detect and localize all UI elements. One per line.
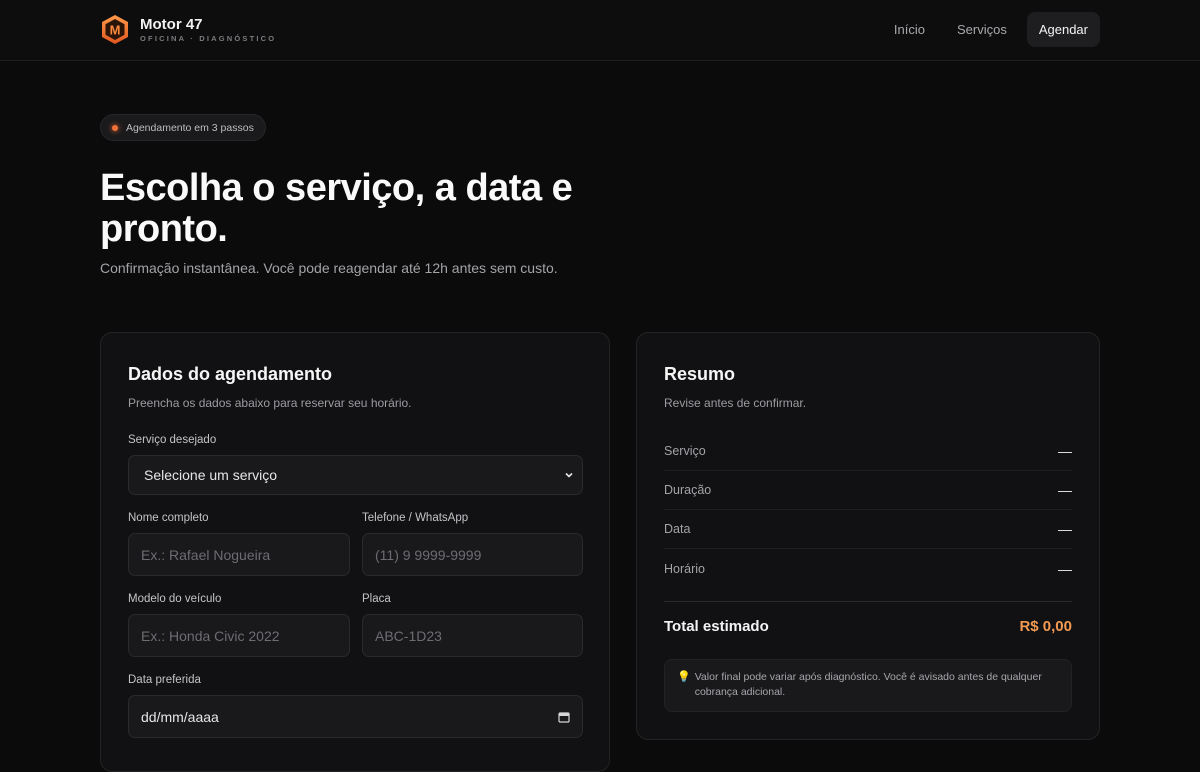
name-input[interactable]: Ex.: Rafael Nogueira [128, 533, 350, 576]
summary-total: Total estimado R$ 0,00 [664, 601, 1072, 635]
summary-row-label: Data [664, 522, 691, 536]
service-select[interactable]: Selecione um serviço [128, 455, 583, 495]
service-label: Serviço desejado [128, 434, 217, 446]
form-title: Dados do agendamento [128, 364, 333, 384]
total-label: Total estimado [664, 618, 769, 635]
svg-text:M: M [110, 23, 121, 38]
phone-label: Telefone / WhatsApp [362, 512, 469, 524]
vehicle-input[interactable]: Ex.: Honda Civic 2022 [128, 614, 350, 657]
plate-input[interactable]: ABC-1D23 [362, 614, 583, 657]
summary-row-label: Serviço [664, 444, 706, 458]
nav-link-inicio[interactable]: Início [882, 12, 937, 47]
service-select-value: Selecione um serviço [144, 467, 278, 483]
summary-row-label: Duração [664, 483, 712, 497]
badge-label: Agendamento em 3 passos [126, 121, 254, 134]
brand-tagline: OFICINA · DIAGNÓSTICO [140, 33, 277, 43]
page-subtitle: Confirmação instantânea. Você pode reage… [100, 260, 558, 276]
summary-row-date: Data — [664, 510, 1072, 549]
summary-subtitle: Revise antes de confirmar. [664, 396, 807, 410]
main-nav: Início Serviços Agendar [882, 12, 1100, 47]
date-label: Data preferida [128, 674, 201, 686]
pricing-note-text: Valor final pode variar após diagnóstico… [694, 671, 1042, 698]
nav-link-servicos[interactable]: Serviços [945, 12, 1019, 47]
steps-badge: Agendamento em 3 passos [100, 114, 266, 141]
logo-icon: M [102, 15, 128, 44]
summary-row-value: — [1058, 443, 1072, 459]
summary-card: Resumo Revise antes de confirmar. Serviç… [636, 332, 1100, 740]
phone-input[interactable]: (11) 9 9999-9999 [362, 533, 583, 576]
date-input[interactable]: dd/mm/aaaa [128, 695, 583, 738]
summary-row-service: Serviço — [664, 432, 1072, 471]
calendar-icon[interactable] [558, 711, 570, 723]
form-subtitle: Preencha os dados abaixo para reservar s… [128, 396, 412, 410]
status-dot-icon [112, 124, 118, 131]
total-value: R$ 0,00 [1019, 618, 1072, 635]
name-label: Nome completo [128, 512, 209, 524]
brand[interactable]: M Motor 47 OFICINA · DIAGNÓSTICO [100, 14, 276, 45]
summary-row-value: — [1058, 521, 1072, 537]
page-title: Escolha o serviço, a data e pronto. [100, 167, 573, 250]
booking-form-card: Dados do agendamento Preencha os dados a… [100, 332, 610, 772]
summary-title: Resumo [664, 364, 736, 384]
site-header: M Motor 47 OFICINA · DIAGNÓSTICO Início … [0, 0, 1200, 61]
chevron-down-icon [565, 472, 573, 478]
nav-link-agendar[interactable]: Agendar [1026, 12, 1100, 47]
vehicle-label: Modelo do veículo [128, 593, 222, 605]
pricing-note: 💡 Valor final pode variar após diagnósti… [664, 659, 1072, 712]
summary-row-duration: Duração — [664, 471, 1072, 510]
date-input-value: dd/mm/aaaa [141, 708, 219, 725]
lightbulb-icon: 💡 [677, 671, 691, 683]
summary-row-label: Horário [664, 561, 705, 576]
plate-label: Placa [362, 593, 391, 605]
brand-name: Motor 47 [140, 15, 203, 33]
summary-row-time: Horário — [664, 549, 1072, 588]
summary-row-value: — [1058, 482, 1072, 498]
summary-row-value: — [1058, 560, 1072, 577]
